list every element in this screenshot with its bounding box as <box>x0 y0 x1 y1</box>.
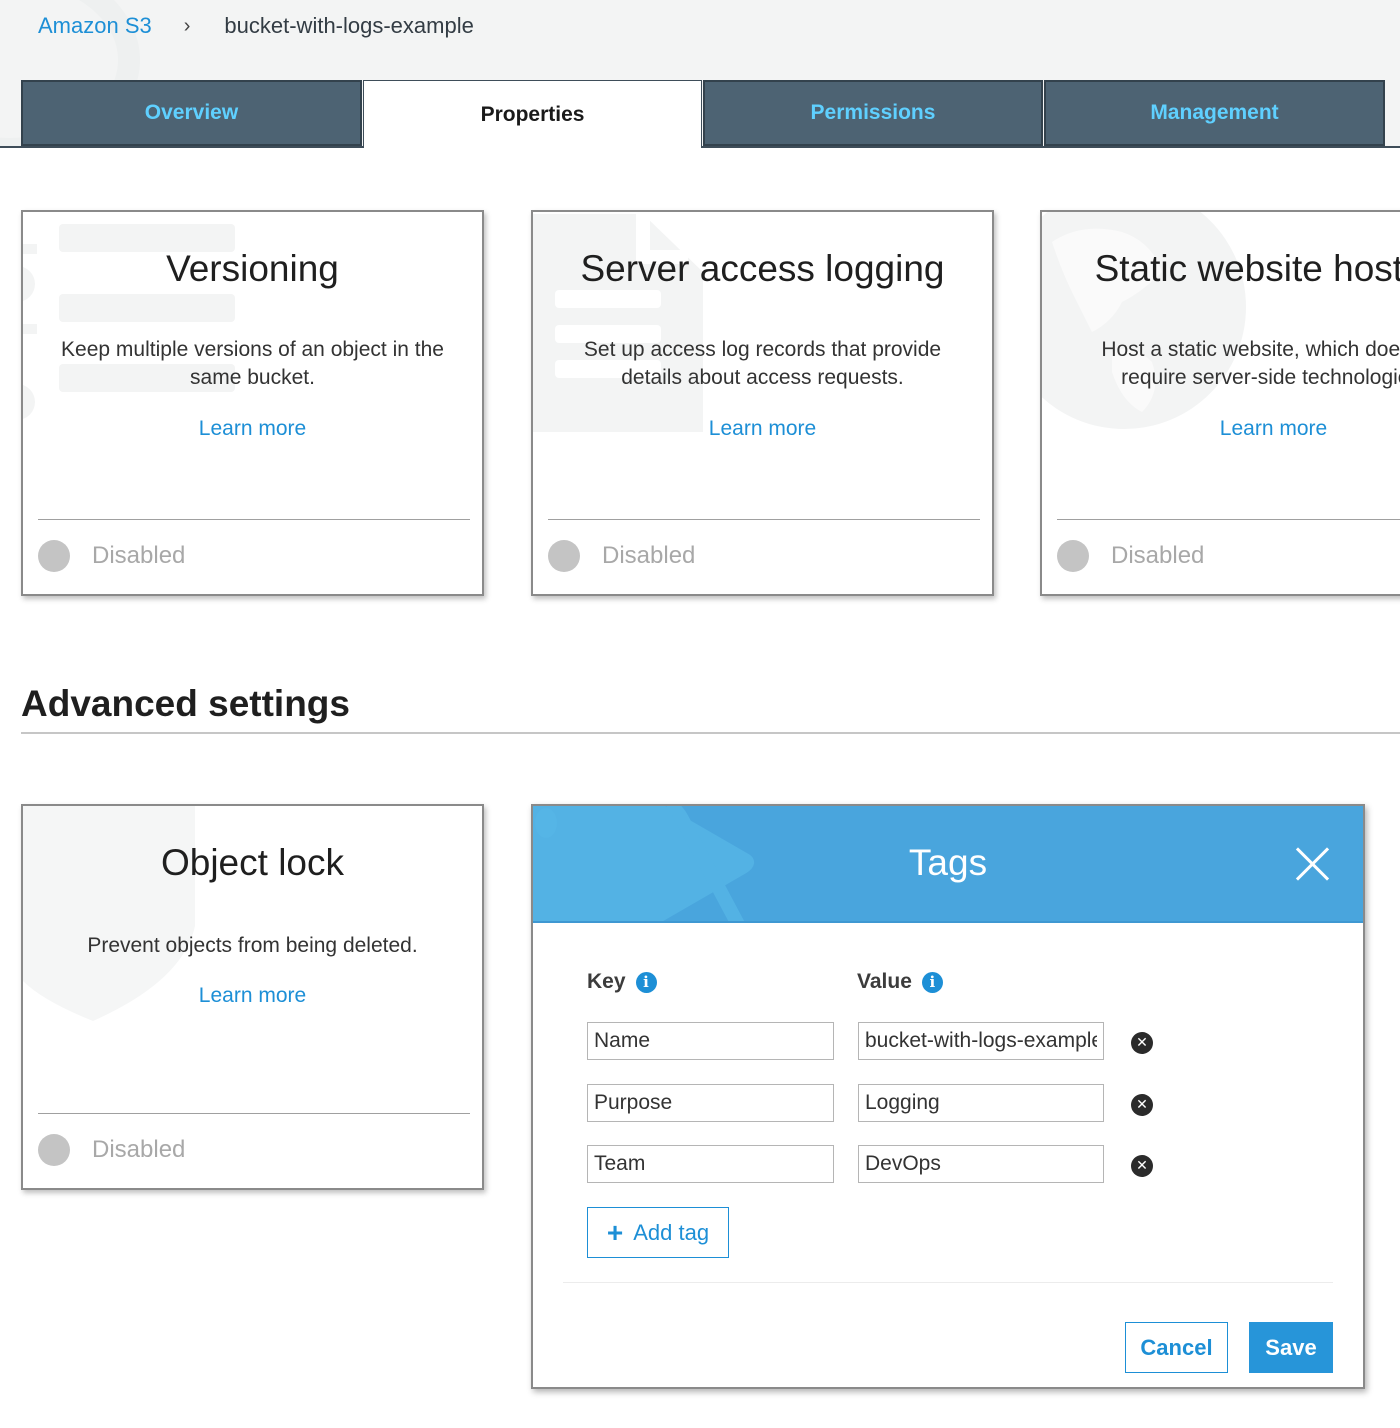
remove-tag-icon-2[interactable]: ✕ <box>1131 1094 1153 1116</box>
object-lock-status: Disabled <box>38 1134 185 1166</box>
advanced-settings-divider <box>21 732 1400 734</box>
server-access-logging-divider <box>548 519 980 520</box>
tag-key-input-1[interactable] <box>587 1022 834 1060</box>
tag-hole-shape <box>535 808 557 838</box>
tags-footer-divider <box>563 1282 1333 1283</box>
key-label-text: Key <box>587 970 626 993</box>
object-lock-card[interactable]: Object lock Prevent objects from being d… <box>21 804 484 1190</box>
static-website-hosting-learn-more-link[interactable]: Learn more <box>1042 417 1400 441</box>
tag-key-input-2[interactable] <box>587 1084 834 1122</box>
static-website-hosting-description: Host a static website, which does not re… <box>1072 336 1400 392</box>
server-access-logging-status: Disabled <box>548 540 695 572</box>
status-disabled-icon <box>1057 540 1089 572</box>
versioning-status-text: Disabled <box>92 542 186 569</box>
server-access-logging-description: Set up access log records that provide d… <box>583 338 942 389</box>
object-lock-title: Object lock <box>160 842 344 883</box>
versioning-description: Keep multiple versions of an object in t… <box>61 338 444 389</box>
key-info-icon[interactable]: i <box>635 971 657 993</box>
remove-tag-icon-1[interactable]: ✕ <box>1131 1032 1153 1054</box>
value-column-label: Value i <box>857 970 943 994</box>
static-website-description-line-1: Host a static website, which does not <box>1101 338 1400 361</box>
document-background-icon <box>533 214 703 432</box>
tab-properties[interactable]: Properties <box>363 80 702 148</box>
cancel-button[interactable]: Cancel <box>1125 1322 1228 1373</box>
static-website-description-line-2: require server-side technologies. <box>1121 366 1400 389</box>
breadcrumb-chevron-icon: › <box>183 14 191 37</box>
breadcrumb-current-bucket: bucket-with-logs-example <box>224 13 474 38</box>
value-label-text: Value <box>857 970 912 993</box>
static-website-hosting-card[interactable]: Static website hosting Host a static web… <box>1040 210 1400 596</box>
tags-header: Tags <box>533 806 1363 923</box>
server-access-logging-status-text: Disabled <box>602 542 696 569</box>
remove-tag-icon-3[interactable]: ✕ <box>1131 1155 1153 1177</box>
bucket-tabs: Overview Properties Permissions Manageme… <box>0 80 1400 148</box>
breadcrumb-amazon-s3-link[interactable]: Amazon S3 <box>38 13 152 39</box>
object-lock-divider <box>38 1113 470 1114</box>
tags-title: Tags <box>908 842 988 883</box>
save-button[interactable]: Save <box>1249 1322 1333 1373</box>
versioning-learn-more-link[interactable]: Learn more <box>23 417 482 441</box>
server-access-logging-title: Server access logging <box>580 248 945 289</box>
object-lock-status-text: Disabled <box>92 1136 186 1163</box>
versioning-card[interactable]: Versioning Keep multiple versions of an … <box>21 210 484 596</box>
object-lock-description: Prevent objects from being deleted. <box>87 934 418 957</box>
versioning-divider <box>38 519 470 520</box>
object-lock-learn-more-link[interactable]: Learn more <box>23 984 482 1008</box>
tab-overview[interactable]: Overview <box>21 80 362 146</box>
add-tag-label: Add tag <box>633 1219 710 1245</box>
versioning-background-icon <box>23 224 235 419</box>
static-website-hosting-status: Disabled <box>1057 540 1204 572</box>
breadcrumb: Amazon S3 › bucket-with-logs-example <box>38 10 474 42</box>
tags-panel: Tags Key i Value i ✕ ✕ ✕ + Add tag Cance… <box>531 804 1365 1389</box>
versioning-title: Versioning <box>166 248 339 289</box>
status-disabled-icon <box>38 540 70 572</box>
tag-value-input-1[interactable] <box>858 1022 1104 1060</box>
tab-permissions[interactable]: Permissions <box>703 80 1043 146</box>
tag-key-input-3[interactable] <box>587 1145 834 1183</box>
status-disabled-icon <box>548 540 580 572</box>
advanced-settings-heading: Advanced settings <box>21 683 350 724</box>
key-column-label: Key i <box>587 970 657 994</box>
add-tag-button[interactable]: + Add tag <box>587 1207 729 1258</box>
tag-value-input-2[interactable] <box>858 1084 1104 1122</box>
globe-background-icon <box>1042 212 1246 429</box>
close-icon[interactable] <box>1295 846 1331 882</box>
tab-management[interactable]: Management <box>1044 80 1385 146</box>
server-access-logging-card[interactable]: Server access logging Set up access log … <box>531 210 994 596</box>
status-disabled-icon <box>38 1134 70 1166</box>
static-website-hosting-divider <box>1057 519 1400 520</box>
static-website-hosting-title: Static website hosting <box>1094 248 1400 289</box>
tag-value-input-3[interactable] <box>858 1145 1104 1183</box>
plus-icon: + <box>606 1216 624 1248</box>
static-website-hosting-status-text: Disabled <box>1111 542 1205 569</box>
server-access-logging-learn-more-link[interactable]: Learn more <box>533 417 992 441</box>
versioning-status: Disabled <box>38 540 185 572</box>
value-info-icon[interactable]: i <box>921 971 943 993</box>
